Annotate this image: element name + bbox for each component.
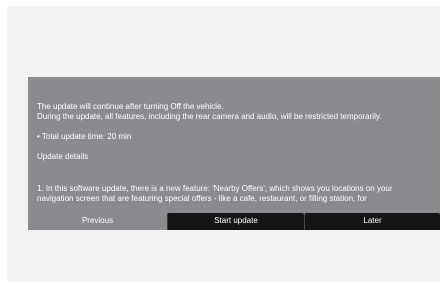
message-line-1: The update will continue after turning O… [37, 102, 224, 111]
dialog-button-bar: Previous Start update Later [28, 213, 440, 230]
later-button[interactable]: Later [304, 213, 440, 230]
previous-button[interactable]: Previous [28, 213, 167, 230]
dialog-body[interactable]: The update will continue after turning O… [37, 102, 437, 204]
infotainment-screen: The update will continue after turning O… [7, 6, 440, 282]
update-details-link[interactable]: Update details [37, 152, 437, 162]
total-update-time: • Total update time: 20 min [37, 132, 132, 141]
note-line-2: navigation screen that are featuring spe… [37, 194, 367, 203]
note-line-1: 1. In this software update, there is a n… [37, 184, 393, 193]
update-dialog: The update will continue after turning O… [28, 77, 440, 230]
message-line-2: During the update, all features, includi… [37, 112, 382, 121]
start-update-button[interactable]: Start update [167, 213, 304, 230]
